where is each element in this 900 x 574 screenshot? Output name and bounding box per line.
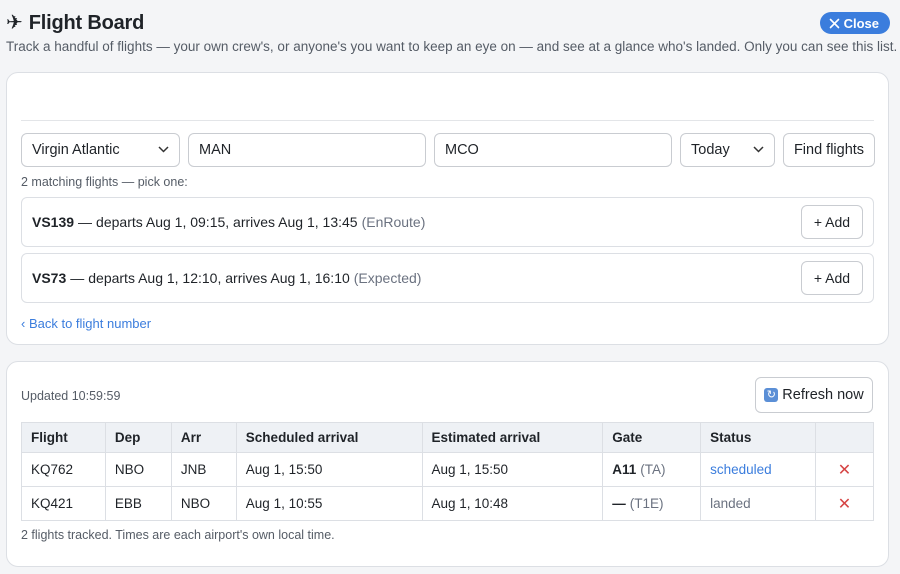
flight-code: VS139 <box>32 214 75 230</box>
airplane-icon: ✈ <box>6 12 23 34</box>
page-subtitle: Track a handful of flights — your own cr… <box>6 39 898 54</box>
airline-select[interactable]: Virgin Atlantic <box>21 133 180 167</box>
date-value: Today <box>691 142 730 158</box>
flight-cell: KQ421 <box>21 486 106 521</box>
page-header: ✈ Flight Board Close Track a handful of … <box>6 10 898 55</box>
date-select[interactable]: Today <box>680 133 775 167</box>
find-flights-label: Find flights <box>793 142 865 158</box>
divider <box>21 120 874 121</box>
refresh-label: Refresh now <box>782 387 864 403</box>
close-button[interactable]: Close <box>819 12 890 34</box>
close-icon <box>829 18 839 28</box>
back-to-flight-number-link[interactable]: ‹ Back to flight number <box>21 316 151 331</box>
refresh-icon: ↻ <box>764 388 779 402</box>
gate-code: A11 <box>612 462 637 477</box>
column-header: Dep <box>104 422 172 453</box>
flights-table: Flight Dep Arr Scheduled arrival Estimat… <box>21 422 874 521</box>
dep-cell: NBO <box>104 452 172 487</box>
column-header: Gate <box>602 422 702 453</box>
column-header: Arr <box>170 422 237 453</box>
airline-value: Virgin Atlantic <box>32 142 120 158</box>
estimated-arrival-cell: Aug 1, 15:50 <box>421 452 604 487</box>
flight-status: (Expected) <box>353 270 422 286</box>
add-flight-button[interactable]: + Add <box>801 261 863 295</box>
column-header <box>815 422 874 453</box>
title-row: ✈ Flight Board <box>6 10 890 36</box>
gate-terminal: (TA) <box>640 462 666 477</box>
table-row: KQ762 NBO JNB Aug 1, 15:50 Aug 1, 15:50 … <box>21 452 874 487</box>
destination-input[interactable]: MCO <box>434 133 672 167</box>
scheduled-arrival-cell: Aug 1, 10:55 <box>235 486 423 521</box>
flight-code: VS73 <box>32 270 67 286</box>
gate-code: — <box>612 496 626 511</box>
origin-value: MAN <box>199 142 232 158</box>
column-header: Flight <box>21 422 106 453</box>
table-header-row: Flight Dep Arr Scheduled arrival Estimat… <box>21 422 874 453</box>
flight-status: (EnRoute) <box>361 214 426 230</box>
add-flight-button[interactable]: + Add <box>801 205 863 239</box>
gate-cell: A11 (TA) <box>602 452 702 487</box>
updated-timestamp: Updated 10:59:59 <box>21 389 121 403</box>
separator: — <box>70 270 85 286</box>
flight-details: departs Aug 1, 12:10, arrives Aug 1, 16:… <box>88 270 350 286</box>
column-header: Status <box>700 422 817 453</box>
find-flights-button[interactable]: Find flights <box>783 133 875 167</box>
dep-cell: EBB <box>104 486 172 521</box>
separator: — <box>78 214 93 230</box>
result-item: VS73 — departs Aug 1, 12:10, arrives Aug… <box>21 253 874 303</box>
close-label: Close <box>843 15 879 31</box>
status-link[interactable]: scheduled <box>710 462 772 477</box>
chevron-down-icon <box>753 144 764 156</box>
status-text: landed <box>710 496 751 511</box>
refresh-now-button[interactable]: ↻ Refresh now <box>755 377 873 413</box>
destination-value: MCO <box>445 142 479 158</box>
table-row: KQ421 EBB NBO Aug 1, 10:55 Aug 1, 10:48 … <box>21 486 874 521</box>
page-title: Flight Board <box>28 11 145 34</box>
remove-icon[interactable]: ✕ <box>825 494 864 514</box>
result-item: VS139 — departs Aug 1, 09:15, arrives Au… <box>21 197 874 247</box>
estimated-arrival-cell: Aug 1, 10:48 <box>421 486 604 521</box>
arr-cell: JNB <box>170 452 237 487</box>
column-header: Estimated arrival <box>421 422 604 453</box>
remove-cell: ✕ <box>815 486 874 521</box>
column-header: Scheduled arrival <box>235 422 423 453</box>
chevron-down-icon <box>158 144 169 156</box>
status-cell: scheduled <box>700 452 817 487</box>
flight-search-panel: Virgin Atlantic MAN MCO Today Find fligh… <box>6 72 889 345</box>
gate-cell: — (T1E) <box>602 486 702 521</box>
arr-cell: NBO <box>170 486 237 521</box>
results-hint: 2 matching flights — pick one: <box>21 175 188 189</box>
scheduled-arrival-cell: Aug 1, 15:50 <box>235 452 423 487</box>
status-cell: landed <box>700 486 817 521</box>
flight-details: departs Aug 1, 09:15, arrives Aug 1, 13:… <box>96 214 358 230</box>
gate-terminal: (T1E) <box>629 496 664 511</box>
remove-icon[interactable]: ✕ <box>825 460 864 480</box>
table-footer-note: 2 flights tracked. Times are each airpor… <box>21 528 335 542</box>
remove-cell: ✕ <box>815 452 874 487</box>
flight-cell: KQ762 <box>21 452 106 487</box>
origin-input[interactable]: MAN <box>188 133 426 167</box>
tracked-flights-panel: Updated 10:59:59 ↻ Refresh now Flight De… <box>6 361 889 567</box>
